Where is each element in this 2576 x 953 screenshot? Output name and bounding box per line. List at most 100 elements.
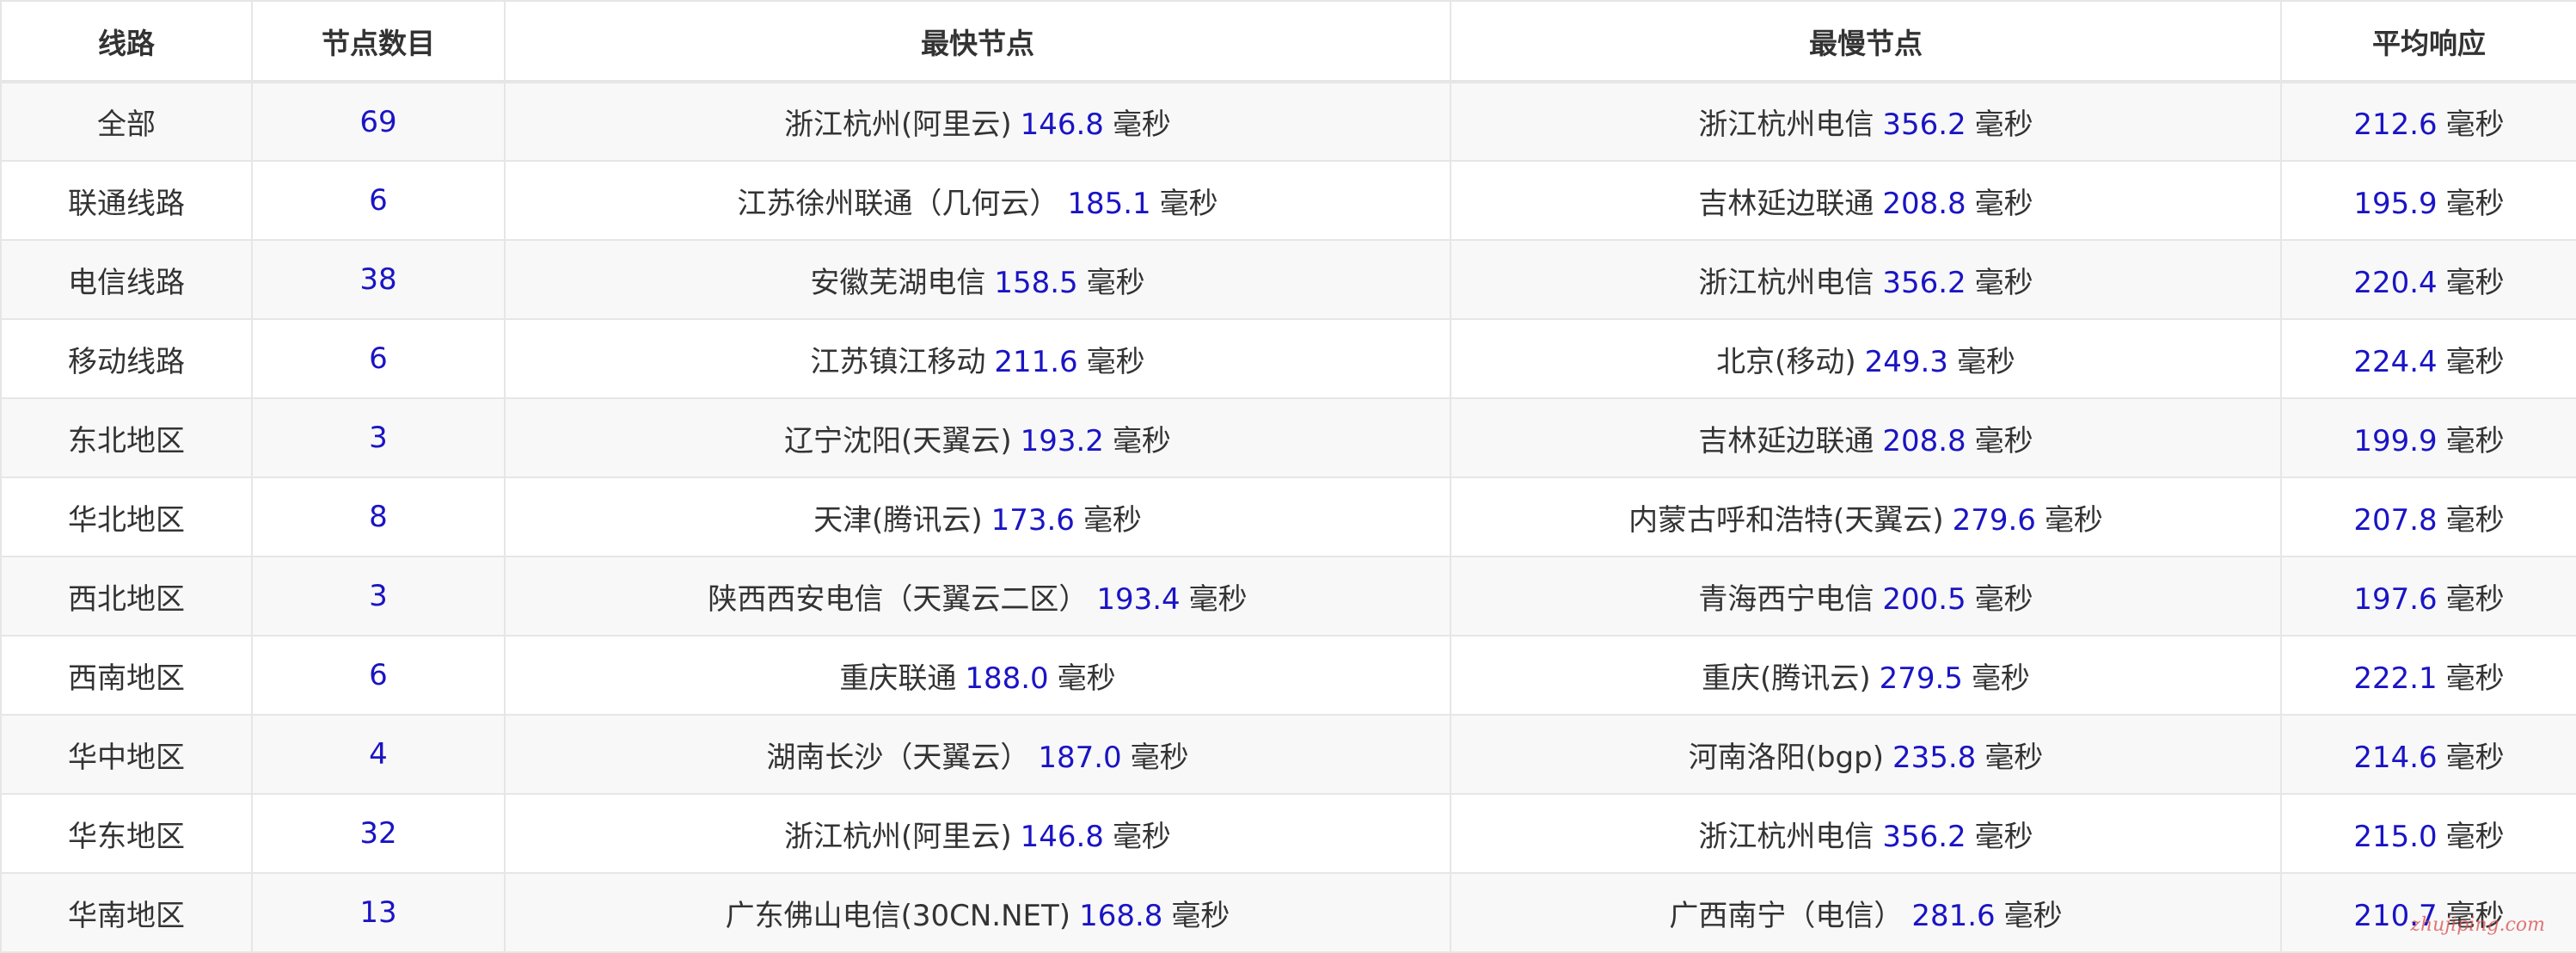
slowest-node-name: 河南洛阳(bgp) xyxy=(1688,740,1884,775)
fastest-node-name: 辽宁沈阳(天翼云) xyxy=(784,423,1012,458)
slowest-node-name: 吉林延边联通 xyxy=(1698,186,1874,221)
average-latency: 195.9 xyxy=(2353,186,2438,221)
cell-average: 214.6 毫秒 xyxy=(2280,714,2576,795)
fastest-node-name: 安徽芜湖电信 xyxy=(810,265,986,300)
line-label: 华东地区 xyxy=(68,819,185,854)
cell-count: 4 xyxy=(251,714,506,795)
unit-label: 毫秒 xyxy=(1171,898,1230,933)
cell-average: 195.9 毫秒 xyxy=(2280,160,2576,241)
unit-label: 毫秒 xyxy=(2044,502,2103,538)
fastest-node-name: 天津(腾讯云) xyxy=(813,502,983,538)
table-row: 联通线路 6 江苏徐州联通（几何云） 185.1 毫秒 吉林延边联通 208.8 毫秒 195.… xyxy=(0,160,2576,241)
cell-slowest: 北京(移动) 249.3 毫秒 xyxy=(1450,318,2282,399)
unit-label: 毫秒 xyxy=(1086,265,1145,300)
slowest-latency: 281.6 xyxy=(1911,898,1996,933)
unit-label: 毫秒 xyxy=(2445,344,2505,379)
header-average: 平均响应 xyxy=(2280,0,2576,83)
fastest-node-name: 江苏镇江移动 xyxy=(810,344,986,379)
cell-slowest: 吉林延边联通 208.8 毫秒 xyxy=(1450,397,2282,478)
fastest-node-name: 江苏徐州联通（几何云） xyxy=(737,186,1059,221)
cell-average: 199.9 毫秒 xyxy=(2280,397,2576,478)
fastest-latency: 146.8 xyxy=(1020,819,1104,854)
cell-count: 6 xyxy=(251,160,506,241)
cell-count: 69 xyxy=(251,81,506,162)
table-row: 东北地区 3 辽宁沈阳(天翼云) 193.2 毫秒 吉林延边联通 208.8 毫秒 199.9 毫… xyxy=(0,397,2576,478)
cell-count: 6 xyxy=(251,635,506,716)
slowest-node-name: 内蒙古呼和浩特(天翼云) xyxy=(1628,502,1944,538)
table-row: 华中地区 4 湖南长沙（天翼云） 187.0 毫秒 河南洛阳(bgp) 235.8 毫秒 214… xyxy=(0,714,2576,795)
header-slowest: 最慢节点 xyxy=(1450,0,2282,83)
cell-slowest: 广西南宁（电信） 281.6 毫秒 xyxy=(1450,872,2282,953)
unit-label: 毫秒 xyxy=(1086,344,1145,379)
line-label: 东北地区 xyxy=(68,423,185,458)
line-label: 西北地区 xyxy=(68,581,185,617)
node-count: 69 xyxy=(359,104,397,139)
average-latency: 197.6 xyxy=(2353,581,2438,617)
cell-count: 13 xyxy=(251,872,506,953)
cell-slowest: 青海西宁电信 200.5 毫秒 xyxy=(1450,556,2282,636)
slowest-node-name: 浙江杭州电信 xyxy=(1698,265,1874,300)
line-label: 华中地区 xyxy=(68,740,185,775)
slowest-node-name: 浙江杭州电信 xyxy=(1698,108,1874,142)
cell-count: 8 xyxy=(251,476,506,557)
cell-fastest: 江苏镇江移动 211.6 毫秒 xyxy=(504,318,1451,399)
slowest-latency: 208.8 xyxy=(1882,186,1966,221)
unit-label: 毫秒 xyxy=(1974,265,2033,300)
cell-fastest: 广东佛山电信(30CN.NET) 168.8 毫秒 xyxy=(504,872,1451,953)
cell-count: 38 xyxy=(251,239,506,320)
table-row: 西北地区 3 陕西西安电信（天翼云二区） 193.4 毫秒 青海西宁电信 200.5 毫秒 19… xyxy=(0,556,2576,636)
table-row: 全部 69 浙江杭州(阿里云) 146.8 毫秒 浙江杭州电信 356.2 毫秒 212.6 毫秒 xyxy=(0,81,2576,162)
slowest-latency: 249.3 xyxy=(1864,344,1948,379)
slowest-node-name: 广西南宁（电信） xyxy=(1669,898,1904,933)
fastest-node-name: 广东佛山电信(30CN.NET) xyxy=(725,898,1071,933)
unit-label: 毫秒 xyxy=(1974,423,2033,458)
fastest-node-name: 浙江杭州(阿里云) xyxy=(784,108,1012,142)
line-label: 全部 xyxy=(97,108,156,142)
slowest-node-name: 北京(移动) xyxy=(1716,344,1856,379)
cell-slowest: 浙江杭州电信 356.2 毫秒 xyxy=(1450,81,2282,162)
node-count: 38 xyxy=(359,262,397,297)
line-label: 移动线路 xyxy=(68,344,185,379)
unit-label: 毫秒 xyxy=(1974,581,2033,617)
average-latency: 222.1 xyxy=(2353,661,2438,696)
unit-label: 毫秒 xyxy=(1971,661,2030,696)
cell-count: 3 xyxy=(251,556,506,636)
cell-line: 华南地区 xyxy=(0,872,253,953)
header-row: 线路 节点数目 最快节点 最慢节点 平均响应 xyxy=(0,0,2576,83)
cell-fastest: 辽宁沈阳(天翼云) 193.2 毫秒 xyxy=(504,397,1451,478)
line-label: 电信线路 xyxy=(68,265,185,300)
cell-average: 197.6 毫秒 xyxy=(2280,556,2576,636)
unit-label: 毫秒 xyxy=(2445,819,2505,854)
table-body: 全部 69 浙江杭州(阿里云) 146.8 毫秒 浙江杭州电信 356.2 毫秒 212.6 毫秒… xyxy=(0,81,2576,953)
line-label: 华北地区 xyxy=(68,502,185,538)
cell-line: 华中地区 xyxy=(0,714,253,795)
unit-label: 毫秒 xyxy=(1112,423,1171,458)
fastest-node-name: 陕西西安电信（天翼云二区） xyxy=(708,581,1089,617)
unit-label: 毫秒 xyxy=(1974,186,2033,221)
slowest-latency: 279.5 xyxy=(1879,661,1963,696)
fastest-latency: 168.8 xyxy=(1079,898,1163,933)
header-fastest: 最快节点 xyxy=(504,0,1451,83)
fastest-latency: 193.4 xyxy=(1096,581,1181,617)
unit-label: 毫秒 xyxy=(2445,108,2505,142)
unit-label: 毫秒 xyxy=(1188,581,1248,617)
cell-fastest: 湖南长沙（天翼云） 187.0 毫秒 xyxy=(504,714,1451,795)
fastest-latency: 188.0 xyxy=(965,661,1049,696)
fastest-latency: 158.5 xyxy=(994,265,1078,300)
cell-fastest: 陕西西安电信（天翼云二区） 193.4 毫秒 xyxy=(504,556,1451,636)
node-count: 3 xyxy=(369,421,388,455)
fastest-latency: 193.2 xyxy=(1020,423,1104,458)
cell-average: 224.4 毫秒 xyxy=(2280,318,2576,399)
cell-fastest: 重庆联通 188.0 毫秒 xyxy=(504,635,1451,716)
unit-label: 毫秒 xyxy=(2445,502,2505,538)
node-count: 32 xyxy=(359,816,397,851)
average-latency: 199.9 xyxy=(2353,423,2438,458)
unit-label: 毫秒 xyxy=(1984,740,2044,775)
cell-line: 东北地区 xyxy=(0,397,253,478)
unit-label: 毫秒 xyxy=(2445,740,2505,775)
unit-label: 毫秒 xyxy=(1974,108,2033,142)
table-row: 移动线路 6 江苏镇江移动 211.6 毫秒 北京(移动) 249.3 毫秒 224.4 毫秒 xyxy=(0,318,2576,399)
slowest-node-name: 青海西宁电信 xyxy=(1698,581,1874,617)
unit-label: 毫秒 xyxy=(1956,344,2015,379)
unit-label: 毫秒 xyxy=(1083,502,1142,538)
